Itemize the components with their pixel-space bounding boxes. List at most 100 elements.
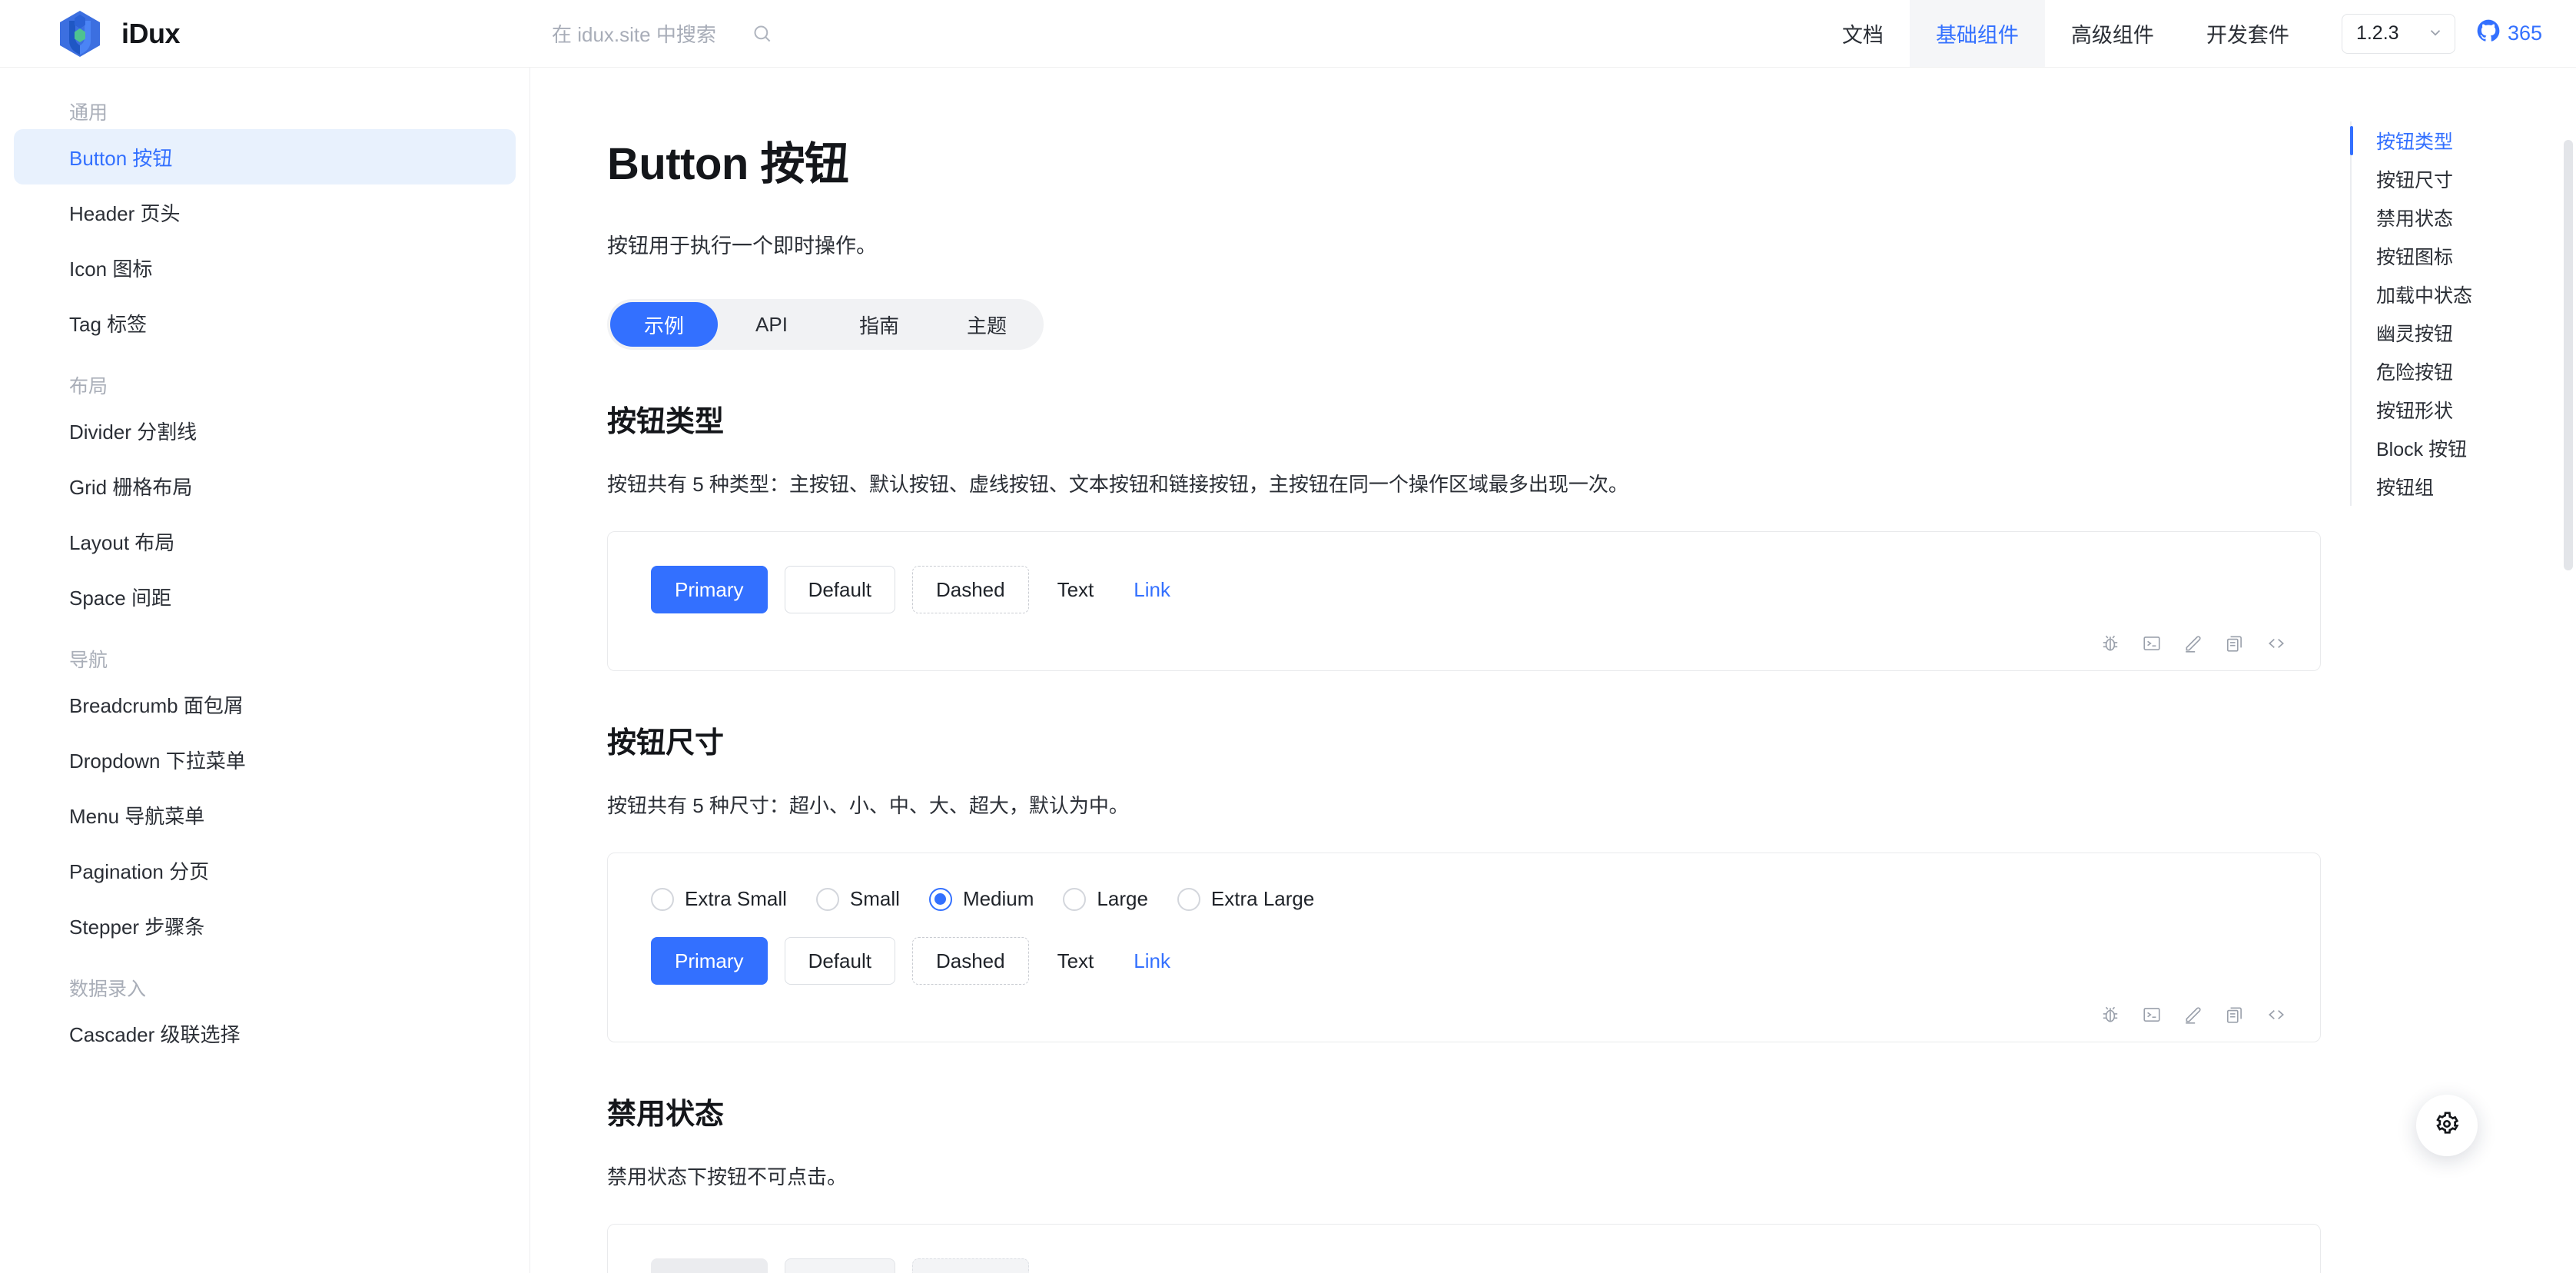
github-stars-link[interactable]: 365 bbox=[2477, 19, 2542, 48]
sidebar-item-grid[interactable]: Grid 栅格布局 bbox=[14, 458, 516, 514]
edit-pencil-icon[interactable] bbox=[2183, 1005, 2203, 1025]
radio-extra-small[interactable]: Extra Small bbox=[651, 887, 787, 911]
toc-item-ghost[interactable]: 幽灵按钮 bbox=[2352, 314, 2576, 352]
toc-item-danger[interactable]: 危险按钮 bbox=[2352, 352, 2576, 391]
radio-large[interactable]: Large bbox=[1063, 887, 1148, 911]
radio-label: Extra Large bbox=[1211, 887, 1314, 911]
main-content: Button 按钮 按钮用于执行一个即时操作。 示例 API 指南 主题 按钮类… bbox=[530, 68, 2336, 1273]
search-input[interactable]: 在 idux.site 中搜索 bbox=[552, 19, 716, 48]
text-button-disabled: Text bbox=[1046, 1258, 1106, 1273]
page-scrollbar[interactable] bbox=[2564, 140, 2573, 570]
toc-item-disabled[interactable]: 禁用状态 bbox=[2352, 198, 2576, 237]
primary-button-disabled: Primary bbox=[651, 1258, 768, 1273]
sidebar-item-cascader[interactable]: Cascader 级联选择 bbox=[14, 1005, 516, 1061]
toc-item-button-type[interactable]: 按钮类型 bbox=[2352, 121, 2576, 160]
tab-examples[interactable]: 示例 bbox=[610, 302, 718, 347]
toc-item-block[interactable]: Block 按钮 bbox=[2352, 429, 2576, 467]
sidebar-item-pagination[interactable]: Pagination 分页 bbox=[14, 843, 516, 898]
body-wrap: 通用 Button 按钮 Header 页头 Icon 图标 Tag 标签 布局… bbox=[0, 68, 2576, 1273]
radio-dot bbox=[1063, 888, 1086, 911]
sidebar-item-dropdown[interactable]: Dropdown 下拉菜单 bbox=[14, 732, 516, 787]
toc-item-shape[interactable]: 按钮形状 bbox=[2352, 391, 2576, 429]
brand-name: iDux bbox=[121, 18, 180, 50]
sidebar-item-layout[interactable]: Layout 布局 bbox=[14, 514, 516, 569]
text-button[interactable]: Text bbox=[1046, 937, 1106, 985]
dashed-button-disabled: Dashed bbox=[912, 1258, 1029, 1273]
toc-item-loading[interactable]: 加载中状态 bbox=[2352, 275, 2576, 314]
radio-dot bbox=[816, 888, 839, 911]
code-brackets-icon[interactable] bbox=[2266, 633, 2286, 653]
version-value: 1.2.3 bbox=[2356, 22, 2399, 45]
header-spacer bbox=[945, 0, 1816, 67]
section-desc-button-type: 按钮共有 5 种类型：主按钮、默认按钮、虚线按钮、文本按钮和链接按钮，主按钮在同… bbox=[607, 469, 2336, 497]
bug-icon[interactable] bbox=[2100, 1005, 2120, 1025]
nav-item-advanced-components[interactable]: 高级组件 bbox=[2045, 0, 2180, 67]
terminal-icon[interactable] bbox=[2142, 633, 2162, 653]
demo-card-button-type: Primary Default Dashed Text Link bbox=[607, 531, 2321, 671]
sidebar-item-stepper[interactable]: Stepper 步骤条 bbox=[14, 898, 516, 953]
sidebar-item-divider[interactable]: Divider 分割线 bbox=[14, 403, 516, 458]
copy-icon[interactable] bbox=[2225, 1005, 2245, 1025]
edit-pencil-icon[interactable] bbox=[2183, 633, 2203, 653]
section-title-button-size: 按钮尺寸 bbox=[607, 719, 2336, 761]
version-select[interactable]: 1.2.3 bbox=[2342, 14, 2455, 54]
section-desc-disabled: 禁用状态下按钮不可点击。 bbox=[607, 1162, 2336, 1190]
sidebar-item-header[interactable]: Header 页头 bbox=[14, 184, 516, 240]
default-button-disabled: Default bbox=[785, 1258, 895, 1273]
dashed-button[interactable]: Dashed bbox=[912, 566, 1029, 613]
nav-item-dev-kit[interactable]: 开发套件 bbox=[2180, 0, 2315, 67]
code-brackets-icon[interactable] bbox=[2266, 1005, 2286, 1025]
sidebar-group-title-data-entry: 数据录入 bbox=[0, 970, 529, 1005]
radio-label: Extra Small bbox=[685, 887, 787, 911]
dashed-button[interactable]: Dashed bbox=[912, 937, 1029, 985]
link-button[interactable]: Link bbox=[1122, 566, 1182, 613]
link-button[interactable]: Link bbox=[1122, 937, 1182, 985]
radio-dot bbox=[929, 888, 952, 911]
idux-hexagon-logo-icon bbox=[58, 10, 101, 58]
section-desc-button-size: 按钮共有 5 种尺寸：超小、小、中、大、超大，默认为中。 bbox=[607, 790, 2336, 819]
header-right: 1.2.3 365 bbox=[2315, 0, 2576, 67]
primary-button[interactable]: Primary bbox=[651, 937, 768, 985]
sidebar-group-title-layout: 布局 bbox=[0, 367, 529, 403]
toc-item-group[interactable]: 按钮组 bbox=[2352, 467, 2576, 506]
sidebar: 通用 Button 按钮 Header 页头 Icon 图标 Tag 标签 布局… bbox=[0, 68, 530, 1273]
radio-extra-large[interactable]: Extra Large bbox=[1177, 887, 1314, 911]
tab-api[interactable]: API bbox=[718, 302, 825, 347]
tab-guide[interactable]: 指南 bbox=[825, 302, 933, 347]
sidebar-item-space[interactable]: Space 间距 bbox=[14, 569, 516, 624]
terminal-icon[interactable] bbox=[2142, 1005, 2162, 1025]
sidebar-group-title-navigation: 导航 bbox=[0, 641, 529, 676]
nav-item-docs[interactable]: 文档 bbox=[1816, 0, 1910, 67]
radio-medium[interactable]: Medium bbox=[929, 887, 1034, 911]
toc-item-button-size[interactable]: 按钮尺寸 bbox=[2352, 160, 2576, 198]
radio-label: Medium bbox=[963, 887, 1034, 911]
radio-label: Large bbox=[1097, 887, 1148, 911]
sidebar-group-title-general: 通用 bbox=[0, 94, 529, 129]
header-search[interactable]: 在 idux.site 中搜索 bbox=[530, 0, 945, 67]
default-button[interactable]: Default bbox=[785, 566, 895, 613]
primary-button[interactable]: Primary bbox=[651, 566, 768, 613]
default-button[interactable]: Default bbox=[785, 937, 895, 985]
radio-label: Small bbox=[850, 887, 900, 911]
size-radio-group: Extra Small Small Medium bbox=[651, 887, 2277, 911]
brand[interactable]: iDux bbox=[0, 0, 530, 67]
sidebar-item-breadcrumb[interactable]: Breadcrumb 面包屑 bbox=[14, 676, 516, 732]
app-root: iDux 在 idux.site 中搜索 文档 基础组件 高级组件 开发套件 1… bbox=[0, 0, 2576, 1273]
toc-item-button-icon[interactable]: 按钮图标 bbox=[2352, 237, 2576, 275]
settings-fab-button[interactable] bbox=[2416, 1095, 2478, 1156]
chevron-down-icon bbox=[2427, 24, 2444, 44]
sidebar-item-menu[interactable]: Menu 导航菜单 bbox=[14, 787, 516, 843]
search-icon[interactable] bbox=[752, 23, 772, 44]
bug-icon[interactable] bbox=[2100, 633, 2120, 653]
demo-card-disabled: Primary Default Dashed Text Link bbox=[607, 1224, 2321, 1273]
tab-theme[interactable]: 主题 bbox=[933, 302, 1041, 347]
copy-icon[interactable] bbox=[2225, 633, 2245, 653]
nav-item-basic-components[interactable]: 基础组件 bbox=[1910, 0, 2045, 67]
sidebar-item-icon[interactable]: Icon 图标 bbox=[14, 240, 516, 295]
button-row-sizes: Primary Default Dashed Text Link bbox=[651, 937, 2277, 985]
text-button[interactable]: Text bbox=[1046, 566, 1106, 613]
sidebar-item-tag[interactable]: Tag 标签 bbox=[14, 295, 516, 351]
gear-icon bbox=[2434, 1111, 2460, 1141]
radio-small[interactable]: Small bbox=[816, 887, 900, 911]
sidebar-item-button[interactable]: Button 按钮 bbox=[14, 129, 516, 184]
